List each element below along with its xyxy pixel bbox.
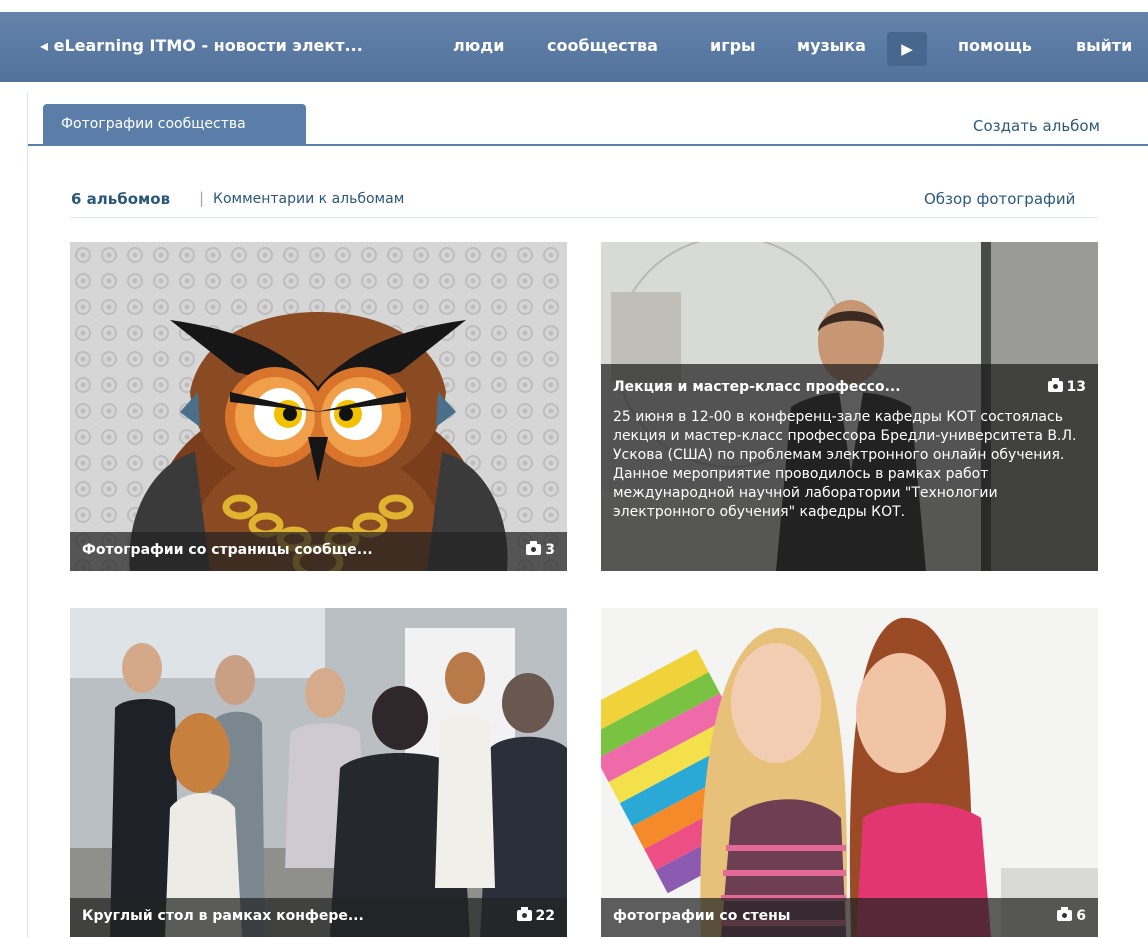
album-caption: Круглый стол в рамках конфере... 22 [70,898,567,937]
camera-icon [1047,378,1063,392]
nav-games[interactable]: игры [710,36,756,55]
nav-more-button[interactable]: ▶ [887,32,927,66]
photo-overview-link[interactable]: Обзор фотографий [924,190,1075,208]
nav-communities[interactable]: сообщества [547,36,658,55]
top-navigation: ◂ eLearning ITMO - новости элект... люди… [0,12,1148,82]
album-photo-count: 22 [516,907,555,924]
separator: | [199,189,205,207]
album-caption: фотографии со стены 6 [601,898,1098,937]
album-card[interactable]: Фотографии со страницы сообще... 3 [70,242,567,571]
tab-community-photos[interactable]: Фотографии сообщества [43,104,306,144]
album-description: 25 июня в 12-00 в конференц-зале кафедры… [613,409,1077,520]
camera-icon [1057,907,1073,921]
album-cover-students [601,608,1098,937]
album-count-link[interactable]: 6 альбомов [71,190,170,208]
nav-logout[interactable]: выйти [1076,36,1132,55]
camera-icon [526,541,542,555]
nav-music[interactable]: музыка [797,36,866,55]
album-cover-owl [70,242,567,571]
page-border [27,92,28,938]
album-photo-count: 6 [1057,907,1086,924]
album-card[interactable]: фотографии со стены 6 [601,608,1098,937]
album-title[interactable]: Фотографии со страницы сообще... [82,542,373,558]
album-photo-count: 13 [1047,378,1086,395]
album-cover-round-table [70,608,567,937]
play-right-icon: ▶ [901,40,913,58]
album-description-overlay: Лекция и мастер-класс профессо... 13 25 … [601,364,1098,571]
album-card[interactable]: Круглый стол в рамках конфере... 22 [70,608,567,937]
album-photo-count: 3 [526,541,555,558]
divider [70,217,1098,218]
create-album-link[interactable]: Создать альбом [973,117,1100,135]
nav-people[interactable]: люди [453,36,504,55]
album-comments-link[interactable]: Комментарии к альбомам [213,191,404,207]
album-title[interactable]: Круглый стол в рамках конфере... [82,908,364,924]
album-title[interactable]: фотографии со стены [613,908,790,924]
album-caption: Фотографии со страницы сообще... 3 [70,532,567,571]
album-title[interactable]: Лекция и мастер-класс профессо... [613,379,901,395]
tab-underline [28,144,1148,146]
camera-icon [516,907,532,921]
album-card[interactable]: Лекция и мастер-класс профессо... 13 25 … [601,242,1098,571]
back-to-group-link[interactable]: ◂ eLearning ITMO - новости элект... [40,36,363,55]
nav-help[interactable]: помощь [958,36,1032,55]
